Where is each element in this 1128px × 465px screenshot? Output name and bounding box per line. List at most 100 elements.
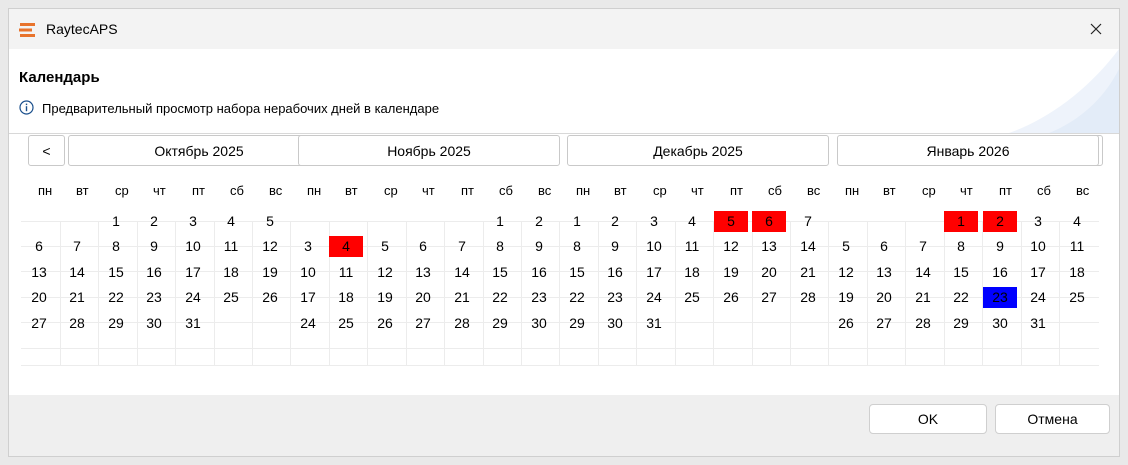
calendar-day[interactable]: 14 — [445, 262, 479, 283]
calendar-day[interactable]: 18 — [329, 287, 363, 308]
calendar-day[interactable]: 15 — [483, 262, 517, 283]
calendar-day[interactable]: 28 — [791, 287, 825, 308]
calendar-day[interactable]: 23 — [522, 287, 556, 308]
calendar-day[interactable]: 6 — [406, 236, 440, 257]
calendar-day[interactable]: 13 — [867, 262, 901, 283]
calendar-day[interactable]: 28 — [445, 313, 479, 334]
calendar-day[interactable]: 11 — [1060, 236, 1094, 257]
calendar-day[interactable]: 2 — [522, 211, 556, 232]
calendar-day[interactable]: 20 — [752, 262, 786, 283]
calendar-day[interactable]: 1 — [99, 211, 133, 232]
calendar-day[interactable]: 18 — [214, 262, 248, 283]
calendar-day[interactable]: 27 — [867, 313, 901, 334]
calendar-day[interactable]: 9 — [522, 236, 556, 257]
calendar-day[interactable]: 26 — [829, 313, 863, 334]
calendar-day[interactable]: 20 — [867, 287, 901, 308]
calendar-day[interactable]: 23 — [983, 287, 1017, 308]
calendar-day[interactable]: 27 — [406, 313, 440, 334]
calendar-day[interactable]: 18 — [675, 262, 709, 283]
calendar-day[interactable]: 20 — [22, 287, 56, 308]
calendar-day[interactable]: 3 — [291, 236, 325, 257]
calendar-day[interactable]: 29 — [483, 313, 517, 334]
calendar-day[interactable]: 4 — [214, 211, 248, 232]
calendar-day[interactable]: 11 — [675, 236, 709, 257]
calendar-day[interactable]: 30 — [522, 313, 556, 334]
calendar-day[interactable]: 10 — [176, 236, 210, 257]
calendar-day[interactable]: 22 — [99, 287, 133, 308]
calendar-day[interactable]: 21 — [791, 262, 825, 283]
calendar-day[interactable]: 28 — [906, 313, 940, 334]
calendar-day[interactable]: 12 — [714, 236, 748, 257]
calendar-day[interactable]: 1 — [483, 211, 517, 232]
calendar-day[interactable]: 10 — [637, 236, 671, 257]
calendar-day[interactable]: 5 — [714, 211, 748, 232]
calendar-day[interactable]: 25 — [1060, 287, 1094, 308]
calendar-day[interactable]: 6 — [22, 236, 56, 257]
calendar-day[interactable]: 9 — [983, 236, 1017, 257]
calendar-day[interactable]: 27 — [22, 313, 56, 334]
calendar-day[interactable]: 19 — [829, 287, 863, 308]
calendar-day[interactable]: 16 — [522, 262, 556, 283]
calendar-day[interactable]: 13 — [22, 262, 56, 283]
calendar-day[interactable]: 27 — [752, 287, 786, 308]
calendar-day[interactable]: 11 — [329, 262, 363, 283]
calendar-day[interactable]: 12 — [368, 262, 402, 283]
calendar-day[interactable]: 7 — [445, 236, 479, 257]
prev-month-button[interactable]: < — [28, 135, 65, 166]
calendar-day[interactable]: 25 — [214, 287, 248, 308]
calendar-day[interactable]: 11 — [214, 236, 248, 257]
calendar-day[interactable]: 7 — [60, 236, 94, 257]
calendar-day[interactable]: 26 — [714, 287, 748, 308]
calendar-day[interactable]: 21 — [445, 287, 479, 308]
calendar-day[interactable]: 15 — [560, 262, 594, 283]
calendar-day[interactable]: 4 — [675, 211, 709, 232]
calendar-day[interactable]: 26 — [368, 313, 402, 334]
calendar-day[interactable]: 22 — [944, 287, 978, 308]
calendar-day[interactable]: 13 — [406, 262, 440, 283]
calendar-day[interactable]: 4 — [329, 236, 363, 257]
calendar-day[interactable]: 30 — [983, 313, 1017, 334]
calendar-day[interactable]: 1 — [560, 211, 594, 232]
calendar-day[interactable]: 4 — [1060, 211, 1094, 232]
calendar-day[interactable]: 31 — [637, 313, 671, 334]
calendar-day[interactable]: 3 — [176, 211, 210, 232]
calendar-day[interactable]: 29 — [560, 313, 594, 334]
calendar-day[interactable]: 24 — [176, 287, 210, 308]
calendar-day[interactable]: 19 — [368, 287, 402, 308]
calendar-day[interactable]: 22 — [483, 287, 517, 308]
calendar-day[interactable]: 8 — [560, 236, 594, 257]
calendar-day[interactable]: 17 — [1021, 262, 1055, 283]
ok-button[interactable]: OK — [869, 404, 987, 434]
calendar-day[interactable]: 19 — [253, 262, 287, 283]
calendar-day[interactable]: 14 — [906, 262, 940, 283]
calendar-day[interactable]: 12 — [829, 262, 863, 283]
calendar-day[interactable]: 14 — [791, 236, 825, 257]
calendar-day[interactable]: 17 — [176, 262, 210, 283]
calendar-day[interactable]: 18 — [1060, 262, 1094, 283]
calendar-day[interactable]: 15 — [99, 262, 133, 283]
calendar-day[interactable]: 30 — [137, 313, 171, 334]
calendar-day[interactable]: 28 — [60, 313, 94, 334]
calendar-day[interactable]: 29 — [99, 313, 133, 334]
calendar-day[interactable]: 25 — [675, 287, 709, 308]
calendar-day[interactable]: 24 — [1021, 287, 1055, 308]
calendar-day[interactable]: 2 — [137, 211, 171, 232]
calendar-day[interactable]: 7 — [906, 236, 940, 257]
calendar-day[interactable]: 9 — [137, 236, 171, 257]
calendar-day[interactable]: 13 — [752, 236, 786, 257]
calendar-day[interactable]: 5 — [829, 236, 863, 257]
calendar-day[interactable]: 22 — [560, 287, 594, 308]
calendar-day[interactable]: 9 — [598, 236, 632, 257]
calendar-day[interactable]: 30 — [598, 313, 632, 334]
calendar-day[interactable]: 10 — [291, 262, 325, 283]
calendar-day[interactable]: 8 — [483, 236, 517, 257]
calendar-day[interactable]: 26 — [253, 287, 287, 308]
calendar-day[interactable]: 8 — [99, 236, 133, 257]
close-button[interactable] — [1073, 9, 1119, 49]
calendar-day[interactable]: 12 — [253, 236, 287, 257]
calendar-day[interactable]: 5 — [368, 236, 402, 257]
calendar-day[interactable]: 16 — [137, 262, 171, 283]
calendar-day[interactable]: 15 — [944, 262, 978, 283]
calendar-day[interactable]: 6 — [867, 236, 901, 257]
calendar-day[interactable]: 2 — [983, 211, 1017, 232]
